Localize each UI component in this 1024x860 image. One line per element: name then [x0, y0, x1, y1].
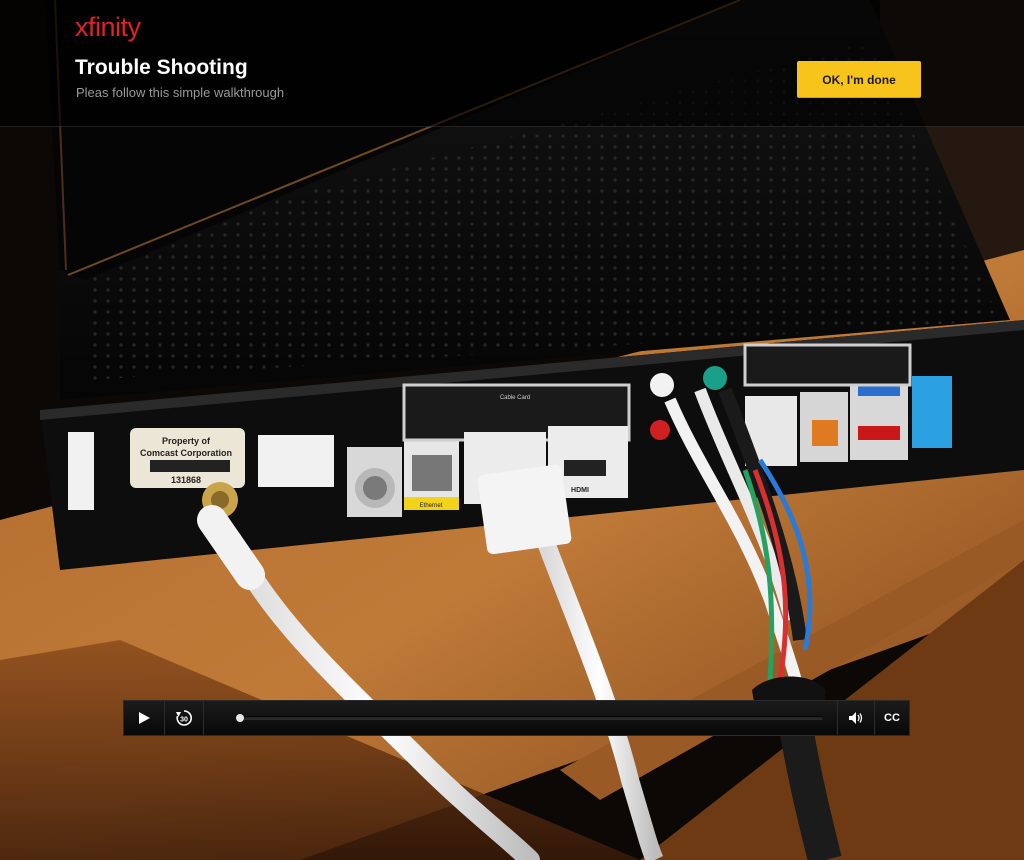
play-icon — [139, 712, 150, 724]
seek-bar[interactable] — [236, 714, 823, 722]
rewind-30-button[interactable]: 30 — [165, 701, 204, 735]
page-title: Trouble Shooting — [75, 56, 248, 79]
property-tag-line2: Comcast Corporation — [140, 448, 232, 458]
rewind-label: 30 — [180, 717, 188, 724]
cable-card-label: Cable Card — [500, 395, 530, 401]
page-subtitle: Pleas follow this simple walkthrough — [76, 85, 285, 100]
play-button[interactable] — [124, 701, 165, 735]
volume-button[interactable] — [837, 701, 875, 735]
property-tag-line1: Property of — [162, 436, 211, 446]
seek-handle[interactable] — [236, 714, 244, 722]
closed-captions-button[interactable]: CC — [875, 701, 909, 735]
progress-area — [204, 701, 837, 735]
property-tag-number: 131868 — [171, 475, 201, 485]
rewind-30-icon: 30 — [176, 710, 192, 726]
xfinity-logo: xfinity — [75, 12, 141, 42]
video-player-controls: 30 CC — [123, 700, 910, 736]
hdmi-label: HDMI — [571, 487, 589, 494]
done-button[interactable]: OK, I'm done — [797, 61, 921, 98]
ethernet-label: Ethernet — [420, 503, 443, 509]
header-bar: xfinity Trouble Shooting Pleas follow th… — [0, 0, 1024, 127]
volume-icon — [849, 712, 863, 724]
